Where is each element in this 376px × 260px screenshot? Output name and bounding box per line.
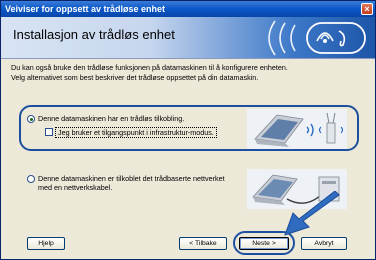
description-text: Du kan også bruke den trådløse funksjone…: [11, 63, 367, 82]
pointer-arrow-icon: [284, 191, 340, 236]
help-button[interactable]: Hjelp: [27, 237, 65, 250]
wireless-connection-radio[interactable]: [27, 115, 35, 123]
laptop-wireless-icon: [247, 109, 347, 149]
wired-connection-label[interactable]: Denne datamaskinen er tilkoblet det tråd…: [38, 174, 225, 192]
wireless-waves-icon: [268, 20, 366, 56]
wizard-window: Veiviser for oppsett av trådløse enhet ×…: [0, 0, 376, 260]
page-title: Installasjon av trådløs enhet: [13, 27, 175, 42]
header-banner: Installasjon av trådløs enhet: [1, 17, 375, 59]
cancel-button[interactable]: Avbryt: [301, 237, 347, 250]
wired-connection-label-line-1: Denne datamaskinen er tilkoblet det tråd…: [38, 174, 225, 183]
infrastructure-mode-label[interactable]: Jeg bruker et tilgangspunkt i infrastruk…: [55, 127, 217, 138]
title-bar[interactable]: Veiviser for oppsett av trådløse enhet ×: [1, 1, 375, 17]
window-title: Veiviser for oppsett av trådløse enhet: [5, 4, 166, 14]
wired-connection-radio[interactable]: [27, 175, 35, 183]
wired-connection-label-line-2: med en nettverkskabel.: [38, 183, 113, 192]
wireless-connection-label[interactable]: Denne datamaskinen har en trådløs tilkob…: [38, 114, 184, 123]
back-button[interactable]: < Tilbake: [179, 237, 227, 250]
close-button[interactable]: ×: [361, 3, 373, 15]
description-line-1: Du kan også bruke den trådløse funksjone…: [11, 63, 288, 72]
infrastructure-mode-checkbox[interactable]: [45, 128, 53, 136]
next-button[interactable]: Neste >: [239, 237, 289, 250]
description-line-2: Velg alternativet som best beskriver det…: [11, 72, 259, 82]
